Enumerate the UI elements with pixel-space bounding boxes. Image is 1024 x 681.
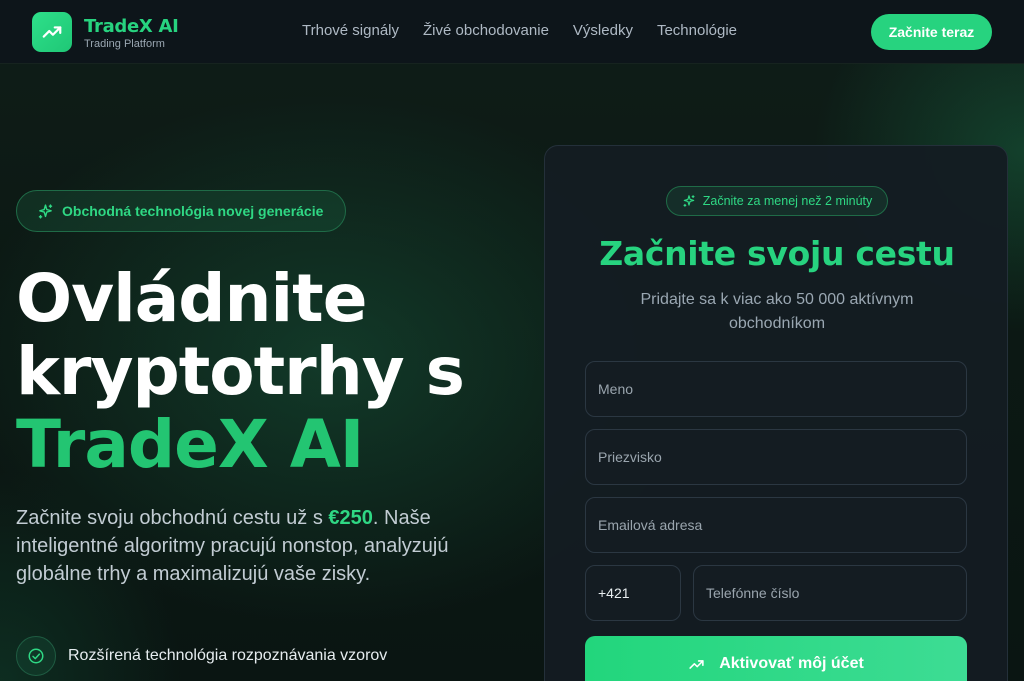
feature-icon-wrap xyxy=(16,636,56,676)
feature-label: Rozšírená technológia rozpoznávania vzor… xyxy=(68,647,388,664)
logo[interactable] xyxy=(32,12,72,52)
phone-number-input[interactable] xyxy=(693,565,967,621)
first-name-input[interactable] xyxy=(585,361,967,417)
desc-text-before: Začnite svoju obchodnú cestu už s xyxy=(16,507,329,529)
nav-link-results[interactable]: Výsledky xyxy=(573,22,633,39)
card-badge: Začnite za menej než 2 minúty xyxy=(666,186,888,216)
feature-item: Rozšírená technológia rozpoznávania vzor… xyxy=(16,636,387,676)
sparkles-icon xyxy=(683,195,695,207)
desc-price: €250 xyxy=(328,507,373,529)
trending-up-icon xyxy=(42,26,62,38)
headline-line-2: kryptotrhy s xyxy=(16,333,465,410)
check-circle-icon xyxy=(28,648,44,664)
brand-name[interactable]: TradeX AI xyxy=(84,16,179,37)
brand-tagline: Trading Platform xyxy=(84,38,165,50)
card-subtitle: Pridajte sa k viac ako 50 000 aktívnym o… xyxy=(640,291,914,332)
nav-link-live-trading[interactable]: Živé obchodovanie xyxy=(423,22,549,39)
hero-badge-label: Obchodná technológia novej generácie xyxy=(62,203,324,219)
email-input[interactable] xyxy=(585,497,967,553)
nav-link-technology[interactable]: Technológie xyxy=(657,22,737,39)
signup-card: Začnite za menej než 2 minúty Začnite sv… xyxy=(544,145,1008,681)
activate-account-label: Aktivovať môj účet xyxy=(719,655,864,672)
card-title: Začnite svoju cestu xyxy=(599,234,955,273)
sparkles-icon xyxy=(38,203,53,219)
trending-up-icon xyxy=(689,659,704,669)
nav-link-signals[interactable]: Trhové signály xyxy=(302,22,399,39)
hero-description: Začnite svoju obchodnú cestu už s €250. … xyxy=(16,504,506,588)
phone-prefix-input[interactable] xyxy=(585,565,681,621)
top-navbar: TradeX AI Trading Platform Trhové signál… xyxy=(0,0,1024,64)
headline-line-1: Ovládnite xyxy=(16,260,367,337)
hero-headline: Ovládnite kryptotrhy s TradeX AI xyxy=(16,260,465,483)
card-badge-label: Začnite za menej než 2 minúty xyxy=(702,194,873,208)
activate-account-button[interactable]: Aktivovať môj účet xyxy=(585,636,967,681)
last-name-input[interactable] xyxy=(585,429,967,485)
page: TradeX AI Trading Platform Trhové signál… xyxy=(0,0,1024,681)
start-now-button[interactable]: Začnite teraz xyxy=(871,14,992,50)
hero-badge: Obchodná technológia novej generácie xyxy=(16,190,346,232)
headline-accent: TradeX AI xyxy=(16,406,364,483)
nav-links: Trhové signály Živé obchodovanie Výsledk… xyxy=(302,22,761,39)
